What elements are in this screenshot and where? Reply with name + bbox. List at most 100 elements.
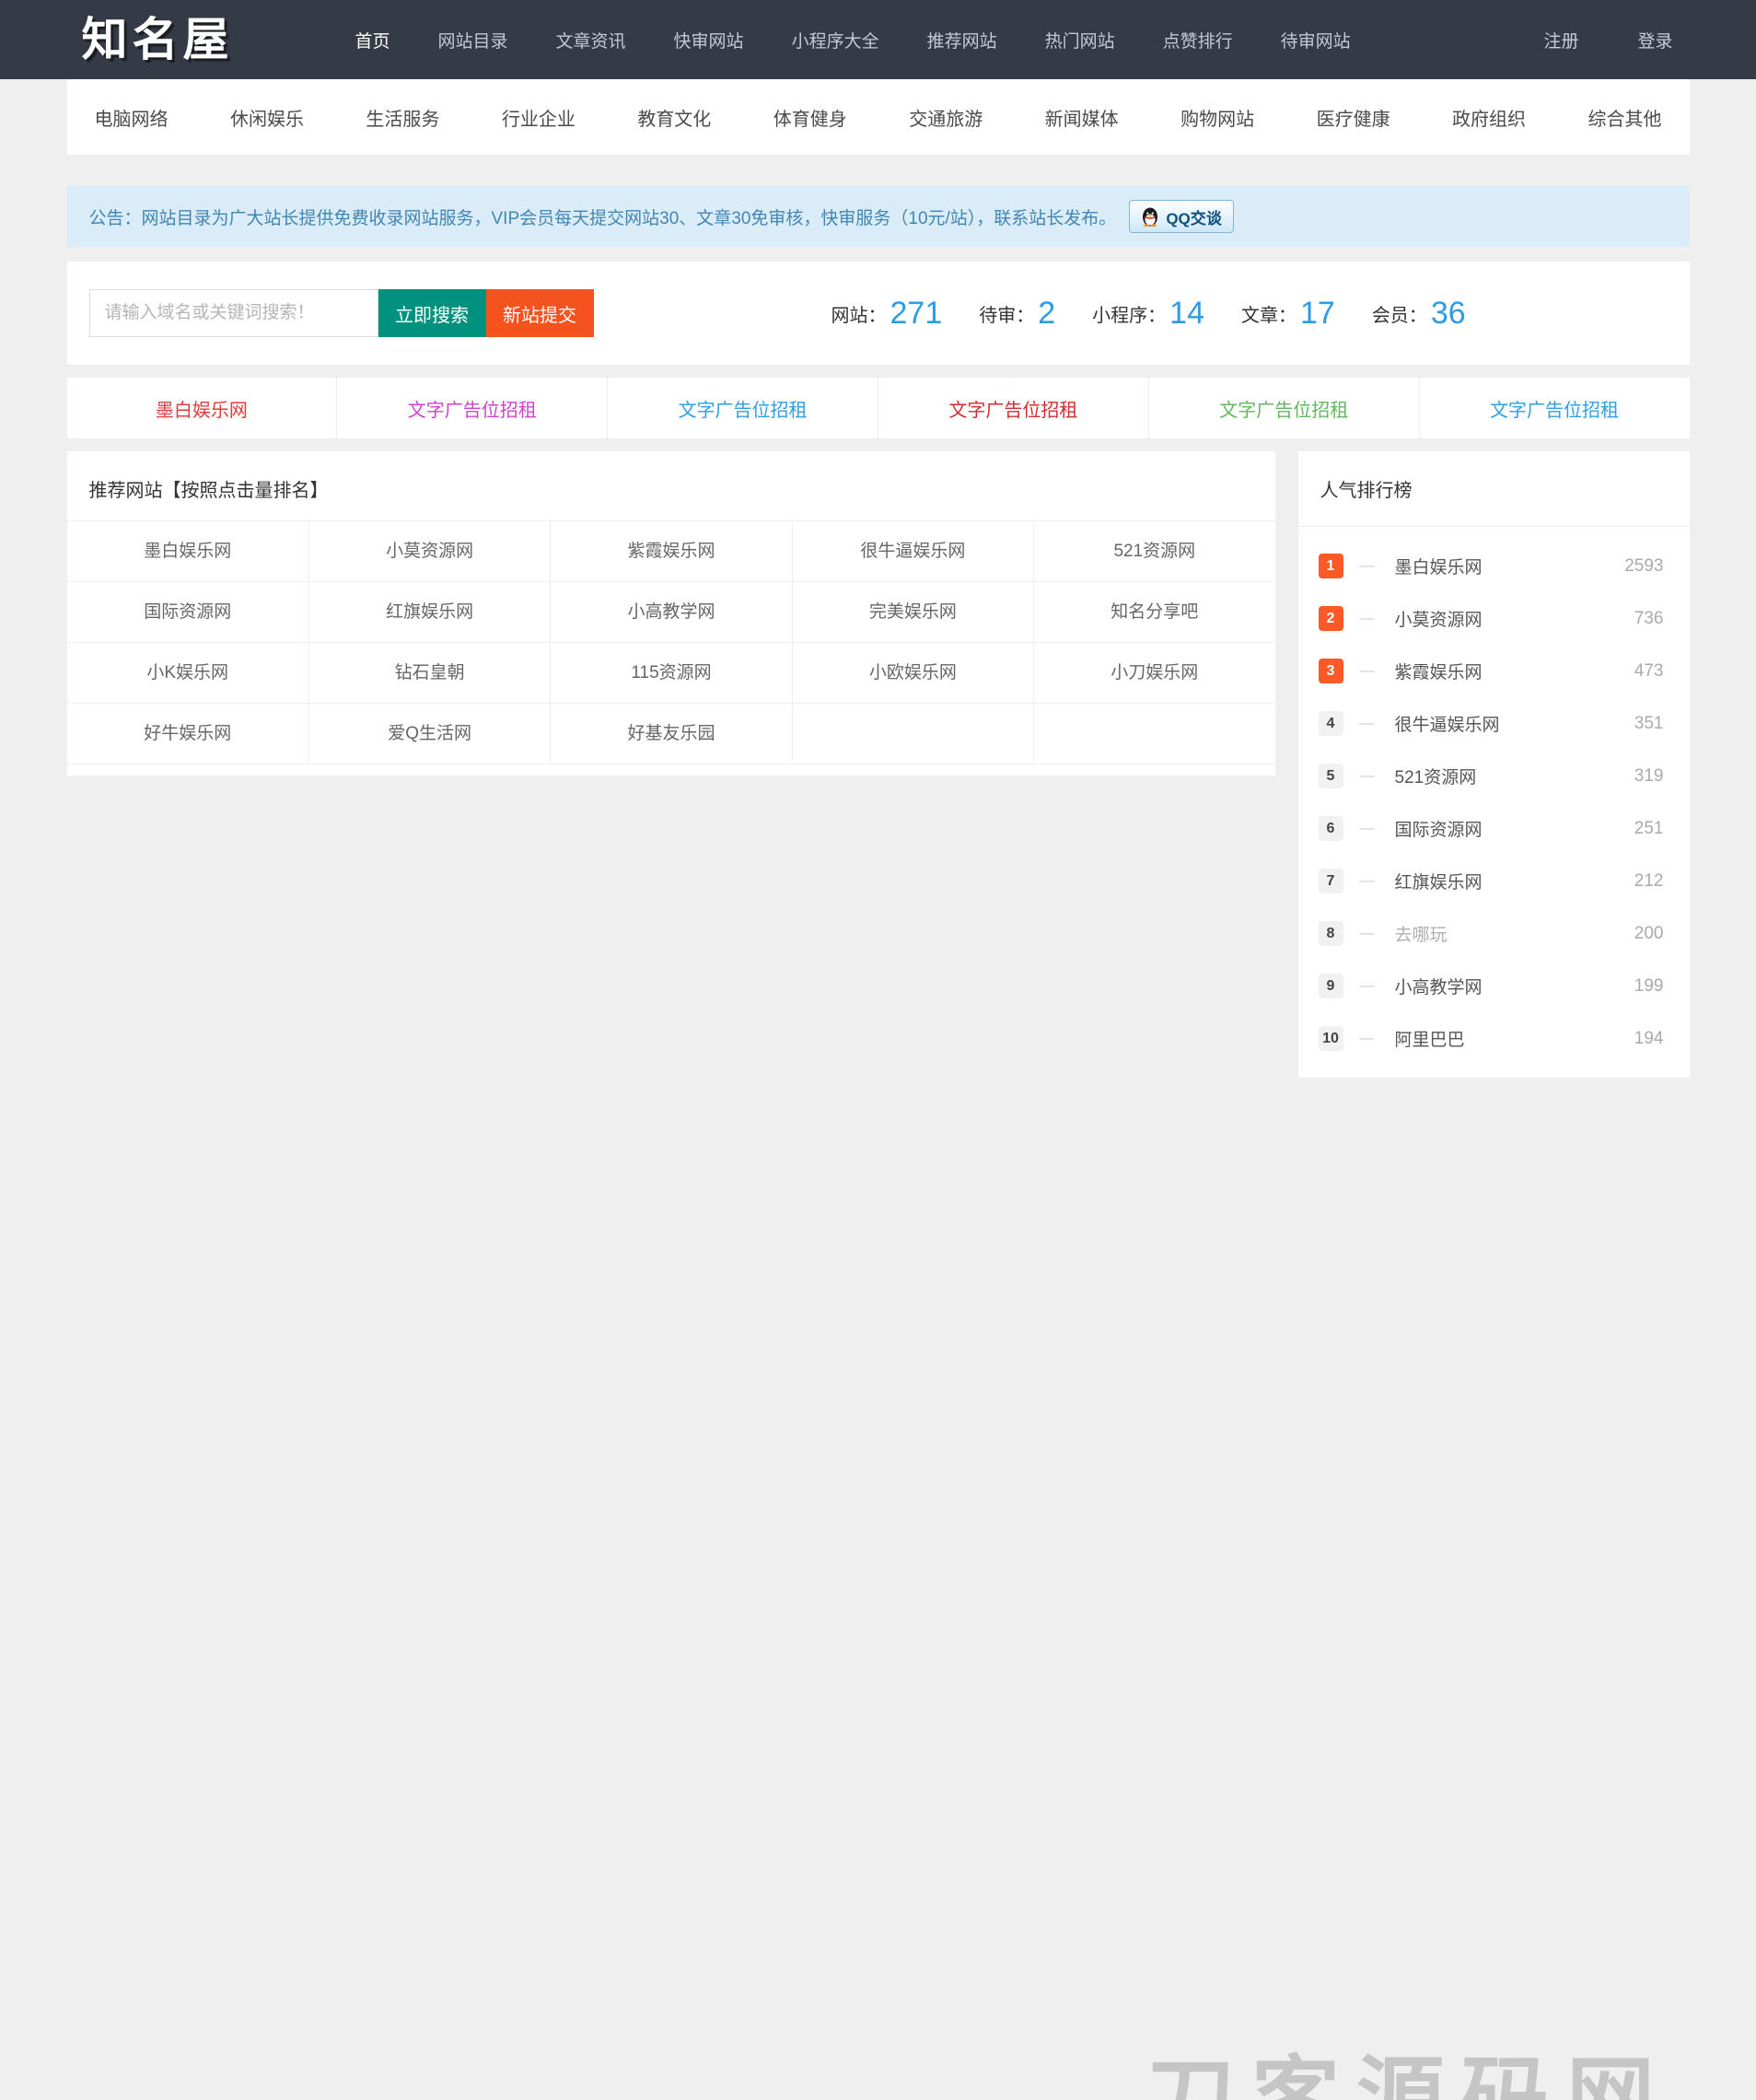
recommended-sites-card: 推荐网站【按照点击量排名】 墨白娱乐网 小莫资源网 紫霞娱乐网 很牛逼娱乐网 5… <box>67 451 1275 776</box>
site-link[interactable]: 完美娱乐网 <box>792 581 1033 642</box>
watermark-url: www.dkewl.com <box>1197 2091 1627 2100</box>
site-link[interactable]: 墨白娱乐网 <box>67 520 308 581</box>
rank-row: 4 — 很牛逼娱乐网 351 <box>1298 697 1690 750</box>
rank-badge: 4 <box>1319 711 1343 736</box>
rank-badge: 3 <box>1319 659 1343 683</box>
site-link[interactable]: 国际资源网 <box>67 581 308 642</box>
site-link[interactable]: 紫霞娱乐网 <box>550 520 791 581</box>
site-logo[interactable]: 知名屋 <box>82 17 234 63</box>
rank-badge: 10 <box>1319 1026 1343 1051</box>
rank-row: 2 — 小莫资源网 736 <box>1298 592 1690 645</box>
category-medical-health[interactable]: 医疗健康 <box>1317 104 1390 131</box>
rank-site-link[interactable]: 去哪玩 <box>1395 921 1448 946</box>
search-input[interactable] <box>89 289 378 337</box>
rank-count: 2593 <box>1624 556 1663 577</box>
menu-item-fast-review[interactable]: 快审网站 <box>674 28 744 52</box>
stat-pending: 待审： 2 <box>979 298 1055 329</box>
stat-articles: 文章： 17 <box>1241 298 1335 329</box>
rank-dash: — <box>1360 926 1375 942</box>
stat-sites: 网站： 271 <box>831 298 943 329</box>
rank-site-link[interactable]: 紫霞娱乐网 <box>1395 659 1483 683</box>
recommended-sites-title: 推荐网站【按照点击量排名】 <box>67 451 1275 520</box>
stat-members-value: 36 <box>1431 298 1466 329</box>
rank-count: 473 <box>1634 661 1664 682</box>
login-link[interactable]: 登录 <box>1637 28 1672 52</box>
stat-members: 会员： 36 <box>1372 298 1466 329</box>
menu-item-like-ranking[interactable]: 点赞排行 <box>1163 28 1233 52</box>
rank-site-link[interactable]: 墨白娱乐网 <box>1395 554 1483 578</box>
popularity-ranking-card: 人气排行榜 1 — 墨白娱乐网 2593 2 — 小莫资源网 736 3 — 紫… <box>1298 451 1690 1078</box>
menu-item-articles[interactable]: 文章资讯 <box>556 28 626 52</box>
rank-row: 9 — 小高教学网 199 <box>1298 960 1690 1012</box>
search-button[interactable]: 立即搜索 <box>378 289 486 337</box>
rank-site-link[interactable]: 小莫资源网 <box>1395 606 1483 631</box>
qq-chat-button[interactable]: QQ交谈 <box>1129 200 1233 233</box>
qq-chat-label: QQ交谈 <box>1166 205 1221 228</box>
ad-link-2[interactable]: 文字广告位招租 <box>336 378 607 438</box>
rank-site-link[interactable]: 国际资源网 <box>1395 816 1483 841</box>
site-link[interactable]: 小K娱乐网 <box>67 642 308 703</box>
rank-site-link[interactable]: 很牛逼娱乐网 <box>1395 711 1500 736</box>
rank-badge: 7 <box>1319 869 1343 893</box>
category-news-media[interactable]: 新闻媒体 <box>1045 104 1119 131</box>
ad-link-5[interactable]: 文字广告位招租 <box>1148 378 1419 438</box>
category-government-org[interactable]: 政府组织 <box>1452 104 1526 131</box>
ad-link-6[interactable]: 文字广告位招租 <box>1419 378 1690 438</box>
site-link[interactable]: 知名分享吧 <box>1033 581 1274 642</box>
site-link[interactable]: 爱Q生活网 <box>308 703 550 764</box>
stat-sites-value: 271 <box>890 298 943 329</box>
rank-site-link[interactable]: 红旗娱乐网 <box>1395 869 1483 893</box>
site-link[interactable]: 很牛逼娱乐网 <box>792 520 1033 581</box>
category-transport-travel[interactable]: 交通旅游 <box>909 104 983 131</box>
menu-item-recommended[interactable]: 推荐网站 <box>927 28 997 52</box>
search-section: 立即搜索 新站提交 网站： 271 待审： 2 小程序： 14 文章： 17 会… <box>67 262 1690 365</box>
rank-dash: — <box>1360 663 1375 680</box>
site-link[interactable]: 小刀娱乐网 <box>1033 642 1274 703</box>
site-link[interactable]: 小欧娱乐网 <box>792 642 1033 703</box>
rank-site-link[interactable]: 小高教学网 <box>1395 974 1483 998</box>
rank-count: 194 <box>1634 1029 1664 1049</box>
rank-dash: — <box>1360 716 1375 732</box>
rank-site-link[interactable]: 521资源网 <box>1395 764 1477 788</box>
site-link[interactable]: 小莫资源网 <box>308 520 550 581</box>
site-link[interactable]: 好牛娱乐网 <box>67 703 308 764</box>
site-link[interactable]: 115资源网 <box>550 642 791 703</box>
category-misc-other[interactable]: 综合其他 <box>1587 104 1661 131</box>
ad-link-1[interactable]: 墨白娱乐网 <box>67 378 337 438</box>
site-link[interactable]: 好基友乐园 <box>550 703 791 764</box>
rank-badge: 5 <box>1319 764 1343 788</box>
site-link[interactable]: 钻石皇朝 <box>308 642 550 703</box>
category-leisure-entertainment[interactable]: 休闲娱乐 <box>230 104 304 131</box>
site-link[interactable]: 521资源网 <box>1033 520 1274 581</box>
category-life-services[interactable]: 生活服务 <box>366 104 439 131</box>
category-computer-network[interactable]: 电脑网络 <box>95 104 169 131</box>
menu-item-pending-sites[interactable]: 待审网站 <box>1281 28 1351 52</box>
menu-item-mini-programs[interactable]: 小程序大全 <box>792 28 879 52</box>
rank-dash: — <box>1360 768 1375 785</box>
rank-dash: — <box>1360 558 1375 575</box>
stat-articles-value: 17 <box>1300 298 1335 329</box>
category-sports-fitness[interactable]: 体育健身 <box>773 104 847 131</box>
empty-cell <box>1033 703 1274 764</box>
category-industry-enterprise[interactable]: 行业企业 <box>502 104 576 131</box>
ad-link-4[interactable]: 文字广告位招租 <box>878 378 1148 438</box>
rank-row: 3 — 紫霞娱乐网 473 <box>1298 645 1690 697</box>
category-shopping-sites[interactable]: 购物网站 <box>1180 104 1254 131</box>
announcement-text: 公告：网站目录为广大站长提供免费收录网站服务，VIP会员每天提交网站30、文章3… <box>89 204 1117 229</box>
register-link[interactable]: 注册 <box>1543 28 1578 52</box>
rank-count: 251 <box>1634 819 1664 839</box>
menu-item-hot-sites[interactable]: 热门网站 <box>1045 28 1115 52</box>
site-link[interactable]: 红旗娱乐网 <box>308 581 550 642</box>
submit-site-button[interactable]: 新站提交 <box>486 289 594 337</box>
menu-item-home[interactable]: 首页 <box>355 28 390 52</box>
rank-dash: — <box>1360 821 1375 837</box>
category-education-culture[interactable]: 教育文化 <box>637 104 711 131</box>
ad-link-3[interactable]: 文字广告位招租 <box>607 378 878 438</box>
rank-count: 199 <box>1634 976 1664 997</box>
rank-site-link[interactable]: 阿里巴巴 <box>1395 1026 1465 1051</box>
rank-count: 200 <box>1634 924 1664 944</box>
site-link[interactable]: 小高教学网 <box>550 581 791 642</box>
rank-badge: 6 <box>1319 816 1343 841</box>
menu-item-site-directory[interactable]: 网站目录 <box>438 28 508 52</box>
rank-dash: — <box>1360 1031 1375 1047</box>
